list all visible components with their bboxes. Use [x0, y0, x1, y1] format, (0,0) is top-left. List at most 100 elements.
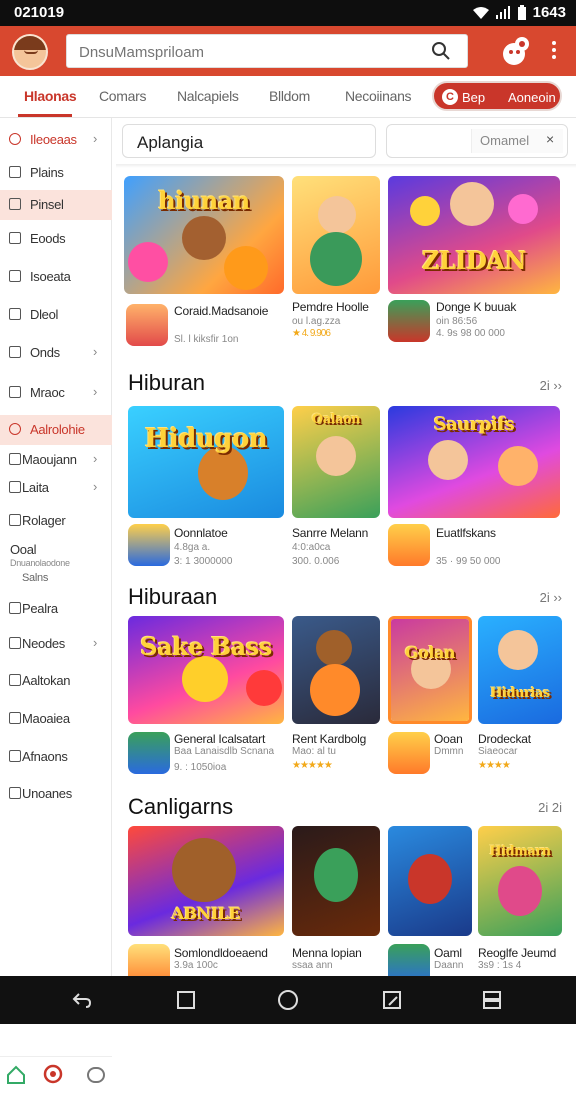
menu-item-icon — [9, 674, 21, 686]
game-card[interactable]: Hidugon — [128, 406, 284, 518]
battery-text: 1643 — [532, 4, 566, 21]
sidebar-item-7[interactable]: Onds › — [0, 338, 112, 368]
sidebar-item-6[interactable]: Dleol — [0, 300, 112, 330]
screenshot-icon[interactable] — [380, 988, 404, 1012]
tab-3[interactable]: Nalcapiels — [177, 88, 239, 104]
tab-2[interactable]: Comars — [99, 88, 147, 104]
avatar[interactable] — [12, 34, 48, 70]
tab-5[interactable]: Necoiinans — [345, 88, 412, 104]
game-card[interactable] — [292, 176, 380, 294]
section-nav[interactable]: 2i ›› — [540, 378, 562, 393]
sidebar-item-19[interactable]: Unoanes — [0, 779, 112, 809]
chevron-right-icon: › — [93, 451, 98, 466]
game-card[interactable]: Hidurias — [478, 616, 562, 724]
tab-home[interactable]: Hlaonas — [24, 88, 77, 104]
game-card[interactable]: ZLIDAN — [388, 176, 560, 294]
game-icon[interactable] — [42, 1063, 64, 1085]
game-card[interactable]: Sake Bass — [128, 616, 284, 724]
mascot-icon[interactable] — [496, 32, 534, 70]
pill-right-label: Aoneoin — [508, 90, 556, 105]
menu-item-icon — [9, 270, 21, 282]
search-icon[interactable] — [431, 41, 451, 61]
app-icon[interactable] — [388, 944, 430, 976]
sidebar-item-9[interactable]: Aalrolohie — [0, 415, 112, 445]
close-icon[interactable]: × — [546, 131, 554, 147]
sidebar-item-3[interactable]: Pinsel — [0, 190, 112, 220]
back-icon[interactable] — [70, 988, 94, 1012]
section-title: Canligarns — [128, 794, 234, 819]
search-input[interactable] — [79, 41, 419, 63]
game-card[interactable]: Oalaon — [292, 406, 380, 518]
menu-item-icon — [9, 166, 21, 178]
sidebar-item-15[interactable]: Neodes › — [0, 629, 112, 659]
sidebar-item-1[interactable]: Ileoeaas › — [0, 125, 112, 155]
menu-item-icon — [9, 602, 21, 614]
game-card[interactable] — [388, 826, 472, 936]
menu-item-icon — [9, 346, 21, 358]
wifi-icon — [472, 6, 489, 19]
main-content: Aplangia Omamel × hiunan ZLIDAN Coraid.M… — [116, 118, 576, 976]
filter-category[interactable]: Aplangia — [122, 124, 376, 158]
menu-item-icon — [9, 198, 21, 210]
sidebar-item-17[interactable]: Maoaiea — [0, 704, 112, 734]
menu-item-icon — [9, 133, 21, 145]
app-icon[interactable] — [388, 524, 430, 566]
profile-icon[interactable] — [86, 1065, 106, 1085]
game-card[interactable] — [292, 616, 380, 724]
tab-pill[interactable]: C Bep Aoneoin — [432, 81, 562, 111]
game-card[interactable]: hiunan — [124, 176, 284, 294]
section-nav[interactable]: 2i 2i — [538, 800, 562, 815]
signal-icon — [495, 5, 510, 19]
section-title: Hiburaan — [128, 584, 218, 609]
tab-4[interactable]: Blldom — [269, 88, 310, 104]
sidebar-item-12[interactable]: Rolager — [0, 506, 112, 536]
sidebar-item-14[interactable]: Pealra — [0, 594, 112, 624]
chevron-right-icon: › — [93, 635, 98, 650]
app-icon[interactable] — [126, 304, 168, 346]
sidebar: Ileoeaas › Plains Pinsel Eoods Isoeata Dl… — [0, 118, 112, 1094]
menu-item-icon — [9, 637, 21, 649]
game-card[interactable]: Golan — [388, 616, 472, 724]
sidebar-item-18[interactable]: Afnaons — [0, 742, 112, 772]
window-icon[interactable] — [480, 988, 504, 1012]
game-card[interactable] — [292, 826, 380, 936]
menu-item-icon — [9, 712, 21, 724]
more-menu-icon[interactable] — [546, 38, 562, 64]
home-icon[interactable] — [6, 1065, 26, 1085]
app-icon[interactable] — [128, 944, 170, 976]
sidebar-item-11[interactable]: Laita › — [0, 473, 112, 503]
app-header — [0, 26, 576, 76]
menu-item-icon — [9, 481, 21, 493]
sidebar-item-10[interactable]: Maoujann › — [0, 445, 112, 475]
category-tabs: Hlaonas Comars Nalcapiels Blldom Necoiin… — [0, 76, 576, 118]
pill-icon: C — [442, 89, 458, 105]
menu-item-icon — [9, 232, 21, 244]
recents-square-icon[interactable] — [174, 988, 198, 1012]
game-card[interactable]: Hidmarn — [478, 826, 562, 936]
sidebar-item-13[interactable]: Ooal Dnuanolaodone Salns — [0, 536, 112, 586]
app-icon[interactable] — [128, 524, 170, 566]
menu-item-icon — [9, 308, 21, 320]
sidebar-item-8[interactable]: Mraoc › — [0, 378, 112, 408]
tab-active-indicator — [18, 114, 72, 117]
game-card[interactable]: ABNILE — [128, 826, 284, 936]
menu-item-icon — [9, 453, 21, 465]
chevron-right-icon: › — [93, 384, 98, 399]
sidebar-item-2[interactable]: Plains — [0, 158, 112, 188]
home-circle-icon[interactable] — [276, 988, 300, 1012]
app-icon[interactable] — [388, 300, 430, 342]
app-icon[interactable] — [128, 732, 170, 774]
game-card[interactable]: Saurpifs — [388, 406, 560, 518]
sidebar-item-5[interactable]: Isoeata — [0, 262, 112, 292]
menu-item-icon — [9, 423, 21, 435]
chevron-down-icon: › — [93, 479, 98, 494]
menu-item-icon — [9, 787, 21, 799]
section-nav[interactable]: 2i ›› — [540, 590, 562, 605]
system-nav-bar — [0, 976, 576, 1024]
battery-icon — [517, 4, 526, 20]
sidebar-item-16[interactable]: Aaltokan — [0, 666, 112, 696]
filter-sort[interactable]: Omamel × — [386, 124, 568, 158]
sidebar-item-4[interactable]: Eoods — [0, 224, 112, 254]
app-icon[interactable] — [388, 732, 430, 774]
menu-item-icon — [9, 514, 21, 526]
